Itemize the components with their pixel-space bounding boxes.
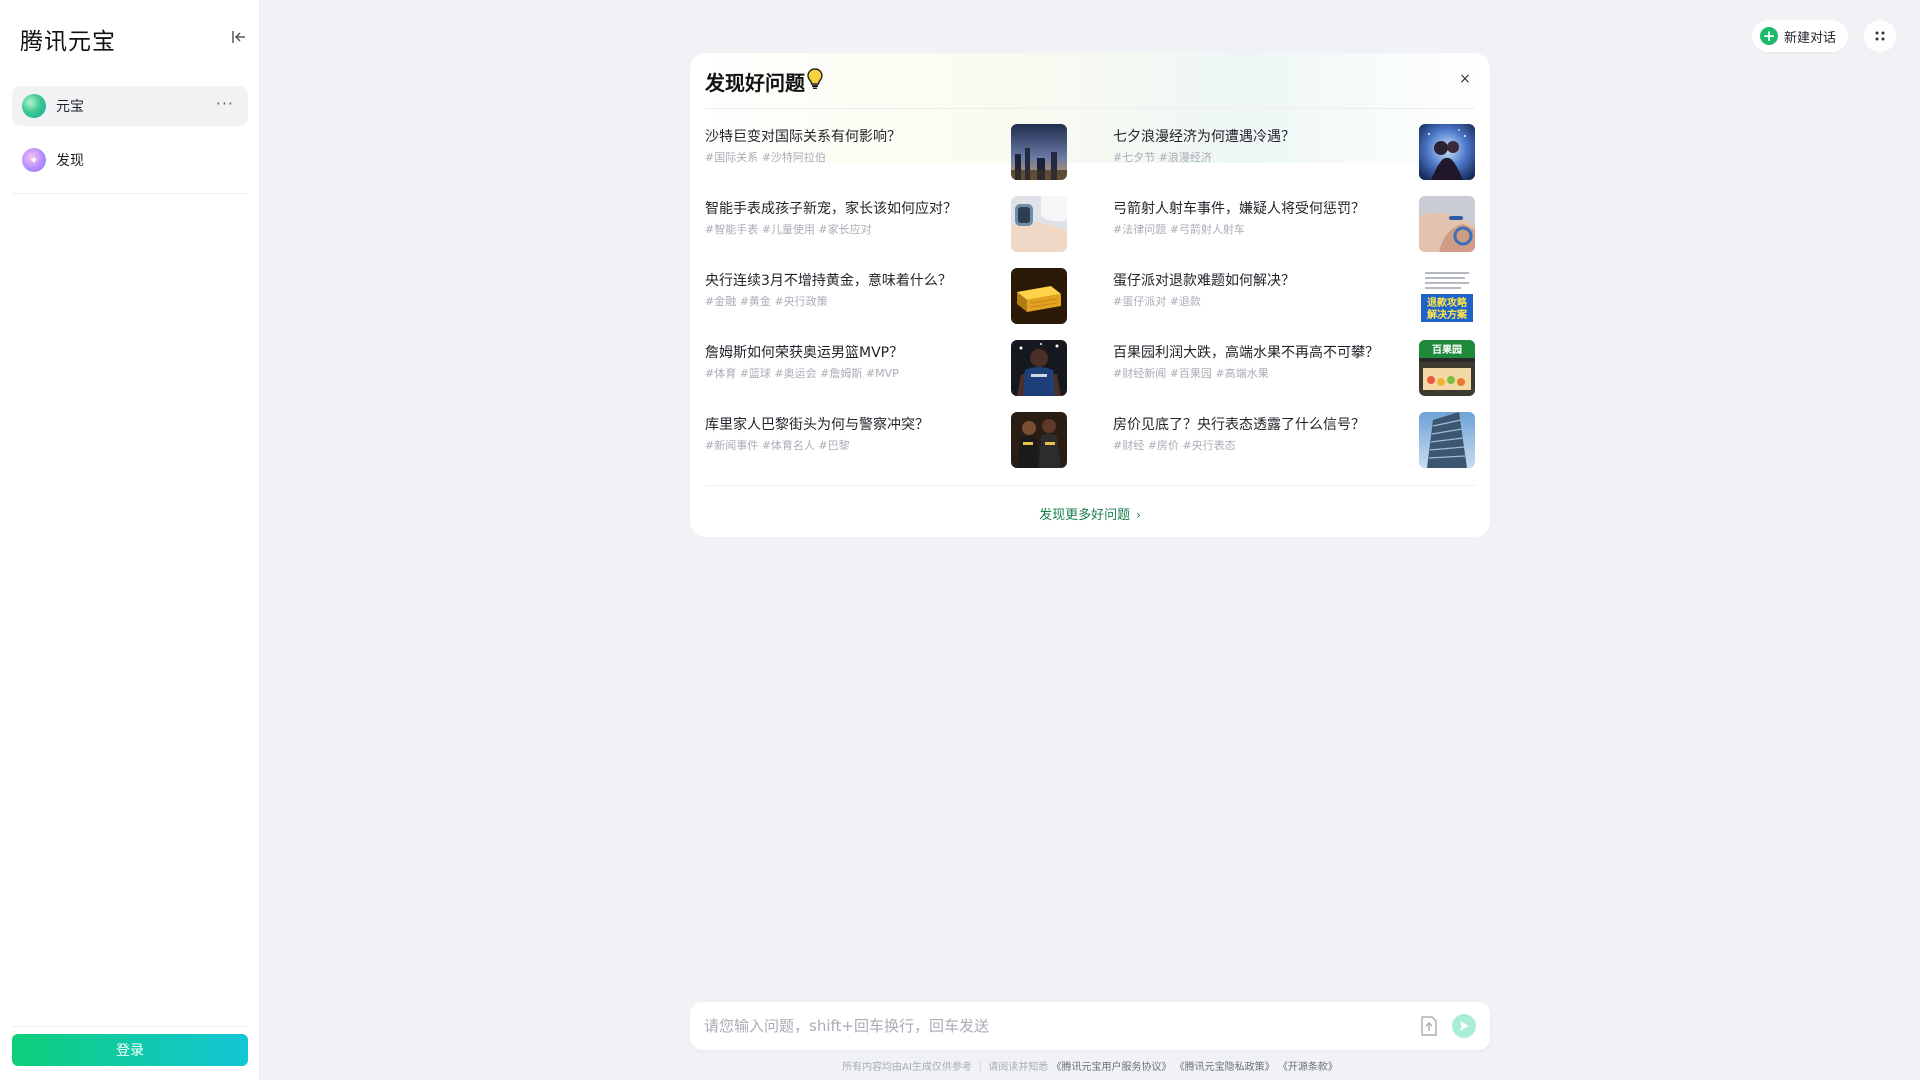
question-thumbnail [1011,412,1067,468]
sidebar-item-yuanbao[interactable]: 元宝 ··· [12,86,248,126]
discover-card: 发现好问题 × 沙特巨变对国际关系有何影响？ #国际关系 #沙特阿拉伯 七夕浪漫… [690,53,1490,537]
yuanbao-logo-icon [22,94,46,118]
thumbnail-text: 退款攻略 [1427,296,1468,309]
question-title: 蛋仔派对退款难题如何解决？ [1113,273,1295,289]
question-item[interactable]: 央行连续3月不增持黄金，意味着什么？ #金融 #黄金 #央行政策 [705,268,1067,326]
send-button[interactable] [1452,1014,1476,1038]
new-chat-button[interactable]: + 新建对话 [1752,20,1849,52]
sidebar-divider [12,193,248,194]
chat-input[interactable] [704,1010,1384,1042]
collapse-sidebar-button[interactable] [228,26,250,48]
sidebar-item-discover[interactable]: ✦ 发现 [12,140,248,180]
question-tags: #财经新闻 #百果园 #高端水果 [1113,367,1269,380]
question-tags: #金融 #黄金 #央行政策 [705,295,828,308]
sidebar-divider [12,1026,248,1027]
footer-disclaimer: 所有内容均由AI生成仅供参考 ｜ 请阅读并知悉 《腾讯元宝用户服务协议》 《腾讯… [842,1062,1338,1073]
privacy-link[interactable]: 《腾讯元宝隐私政策》 [1175,1062,1275,1073]
question-tags: #蛋仔派对 #退款 [1113,295,1201,308]
question-item[interactable]: 房价见底了？央行表态透露了什么信号？ #财经 #房价 #央行表态 [1113,412,1475,470]
question-thumbnail: 退款攻略 解决方案 [1419,268,1475,324]
question-thumbnail [1011,268,1067,324]
question-tags: #新闻事件 #体育名人 #巴黎 [705,439,850,452]
question-thumbnail [1419,412,1475,468]
terms-link[interactable]: 《腾讯元宝用户服务协议》 [1051,1062,1171,1073]
sidebar-item-label: 元宝 [56,99,84,115]
question-title: 库里家人巴黎街头为何与警察冲突？ [705,417,929,433]
chevron-right-icon: › [1136,508,1141,522]
question-tags: #七夕节 #浪漫经济 [1113,151,1212,164]
question-tags: #法律问题 #弓箭射人射车 [1113,223,1245,236]
discover-more-link[interactable]: 发现更多好问题 › [690,504,1490,523]
question-thumbnail [1419,124,1475,180]
question-title: 弓箭射人射车事件，嫌疑人将受何惩罚？ [1113,201,1365,217]
brand-logo-text: 腾讯元宝 [20,29,116,55]
question-thumbnail [1419,196,1475,252]
question-tags: #智能手表 #儿童使用 #家长应对 [705,223,872,236]
apps-grid-button[interactable] [1864,20,1896,52]
thumbnail-text: 解决方案 [1427,308,1468,321]
card-divider [705,485,1475,486]
grid-dots-icon [1875,31,1885,41]
sidebar: 腾讯元宝 元宝 ··· ✦ 发现 登录 [0,0,260,1080]
open-source-link[interactable]: 《开源条款》 [1278,1062,1338,1073]
question-thumbnail [1011,196,1067,252]
card-divider [705,108,1475,109]
send-arrow-icon [1460,1021,1469,1031]
question-title: 房价见底了？央行表态透露了什么信号？ [1113,417,1365,433]
upload-icon [1421,1016,1437,1036]
thumbnail-text: 百果园 [1432,344,1462,356]
chat-input-box [690,1002,1490,1050]
question-item[interactable]: 弓箭射人射车事件，嫌疑人将受何惩罚？ #法律问题 #弓箭射人射车 [1113,196,1475,254]
question-title: 詹姆斯如何荣获奥运男篮MVP？ [705,345,904,361]
question-item[interactable]: 詹姆斯如何荣获奥运男篮MVP？ #体育 #篮球 #奥运会 #詹姆斯 #MVP [705,340,1067,398]
question-item[interactable]: 智能手表成孩子新宠，家长该如何应对？ #智能手表 #儿童使用 #家长应对 [705,196,1067,254]
sidebar-item-label: 发现 [56,153,84,169]
question-item[interactable]: 七夕浪漫经济为何遭遇冷遇？ #七夕节 #浪漫经济 [1113,124,1475,182]
plus-icon: + [1760,27,1778,45]
question-item[interactable]: 沙特巨变对国际关系有何影响？ #国际关系 #沙特阿拉伯 [705,124,1067,182]
discover-sparkle-icon: ✦ [22,148,46,172]
question-item[interactable]: 百果园利润大跌，高端水果不再高不可攀？ #财经新闻 #百果园 #高端水果 百果园 [1113,340,1475,398]
question-thumbnail [1011,124,1067,180]
lightbulb-icon [807,68,823,95]
close-icon[interactable]: × [1455,69,1475,89]
question-title: 央行连续3月不增持黄金，意味着什么？ [705,273,952,289]
question-item[interactable]: 蛋仔派对退款难题如何解决？ #蛋仔派对 #退款 退款攻略 解决方案 [1113,268,1475,326]
card-title: 发现好问题 [705,67,823,96]
question-tags: #体育 #篮球 #奥运会 #詹姆斯 #MVP [705,367,899,380]
question-title: 七夕浪漫经济为何遭遇冷遇？ [1113,129,1295,145]
question-item[interactable]: 库里家人巴黎街头为何与警察冲突？ #新闻事件 #体育名人 #巴黎 [705,412,1067,470]
new-chat-label: 新建对话 [1784,30,1837,46]
question-title: 沙特巨变对国际关系有何影响？ [705,129,901,145]
question-tags: #财经 #房价 #央行表态 [1113,439,1236,452]
question-thumbnail: 百果园 [1419,340,1475,396]
collapse-left-icon [232,31,245,43]
question-title: 百果园利润大跌，高端水果不再高不可攀？ [1113,345,1379,361]
question-title: 智能手表成孩子新宠，家长该如何应对？ [705,201,957,217]
question-tags: #国际关系 #沙特阿拉伯 [705,151,826,164]
upload-file-button[interactable] [1420,1016,1440,1036]
login-button[interactable]: 登录 [12,1034,248,1066]
more-options-icon[interactable]: ··· [216,94,234,113]
question-thumbnail [1011,340,1067,396]
